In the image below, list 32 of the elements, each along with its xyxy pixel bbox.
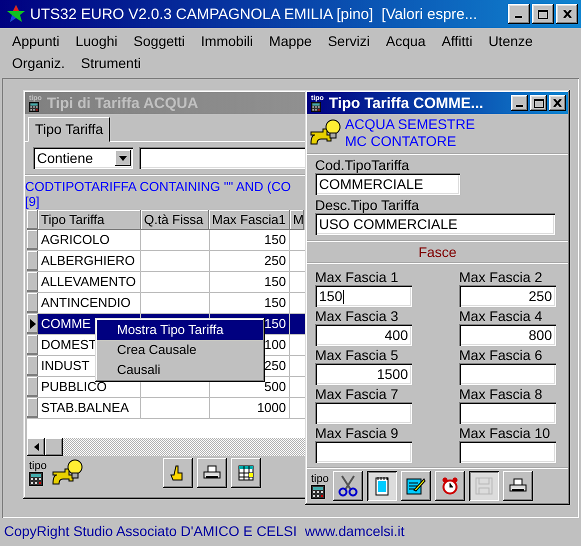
table-cell: 250 xyxy=(209,251,290,271)
field-label: Desc.Tipo Tariffa xyxy=(314,196,420,213)
field-label: Max Fascia 3 xyxy=(315,307,400,324)
table-cell: 150 xyxy=(209,272,290,292)
copyright-text: CopyRight Studio Associato D'AMICO E CELSI xyxy=(4,523,297,539)
table-cell: ANTINCENDIO xyxy=(38,293,141,313)
field-label: Max Fascia 1 xyxy=(315,268,400,285)
window-title: UTS32 EURO V2.0.3 CAMPAGNOLA EMILIA [pino] [Valori espre... xyxy=(30,6,478,22)
field-label: Max Fascia 10 xyxy=(459,424,552,441)
table-cell: ALLEVAMENTO xyxy=(38,272,141,292)
field-label: Max Fascia 9 xyxy=(315,424,400,441)
tariff-description: ACQUA SEMESTRE xyxy=(345,116,475,133)
window-title: Tipi di Tariffa ACQUA xyxy=(46,94,200,112)
field-label: Max Fascia 5 xyxy=(315,346,400,363)
table-cell: ALBERGHIERO xyxy=(38,251,141,271)
table-cell: 150 xyxy=(209,230,290,250)
table-cell: STAB.BALNEA xyxy=(38,398,141,418)
section-title: Fasce xyxy=(307,240,568,262)
tariff-description: MC CONTATORE xyxy=(345,133,458,150)
field-label: Cod.TipoTariffa xyxy=(314,156,410,173)
field-label: Max Fascia 2 xyxy=(459,268,544,285)
window-title: Tipo Tariffa COMME... xyxy=(328,94,484,112)
icon-label: tipo xyxy=(29,460,47,472)
table-cell: 1000 xyxy=(209,398,290,418)
field-label: Max Fascia 8 xyxy=(459,385,544,402)
icon-label: tipo xyxy=(311,474,329,484)
field-label: Max Fascia 4 xyxy=(459,307,544,324)
field-label: Max Fascia 6 xyxy=(459,346,544,363)
field-label: Max Fascia 7 xyxy=(315,385,400,402)
table-cell: AGRICOLO xyxy=(38,230,141,250)
table-cell: 150 xyxy=(209,293,290,313)
record-count: [9] xyxy=(25,194,40,209)
